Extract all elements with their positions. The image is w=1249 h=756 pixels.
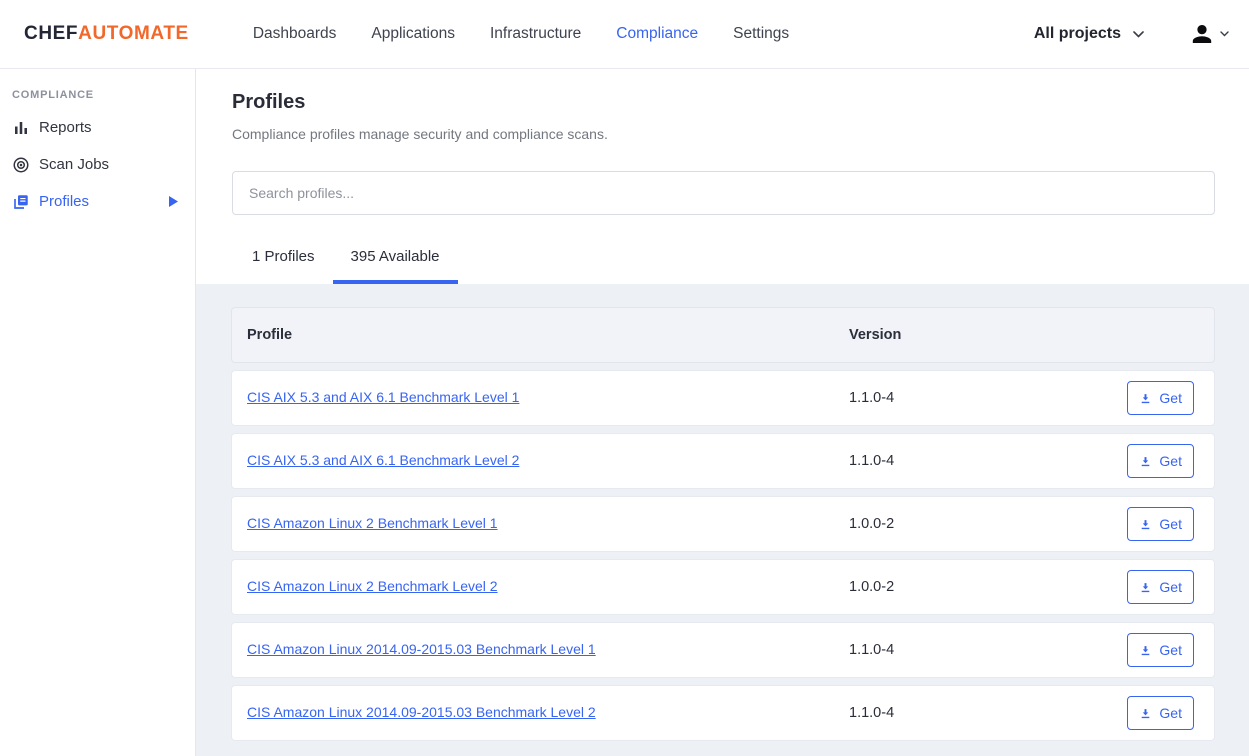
nav-applications[interactable]: Applications <box>371 25 455 43</box>
profile-version: 1.1.0-4 <box>849 642 1127 658</box>
download-icon <box>1139 392 1152 405</box>
download-icon <box>1139 581 1152 594</box>
chevron-down-icon <box>1220 31 1229 37</box>
search-input[interactable] <box>232 171 1215 215</box>
main-content: Profiles Compliance profiles manage secu… <box>196 69 1249 756</box>
get-profile-button[interactable]: Get <box>1127 570 1194 604</box>
profile-link[interactable]: CIS Amazon Linux 2014.09-2015.03 Benchma… <box>247 704 596 720</box>
user-avatar-icon <box>1190 22 1214 46</box>
sidebar-item-label: Reports <box>39 119 92 136</box>
sidebar-section-label: COMPLIANCE <box>0 89 195 101</box>
download-icon <box>1139 518 1152 531</box>
sidebar-item-reports[interactable]: Reports <box>0 109 195 146</box>
tab-label: 395 Available <box>351 248 440 265</box>
table-row: CIS AIX 5.3 and AIX 6.1 Benchmark Level … <box>231 433 1215 489</box>
table-header-row: Profile Version <box>231 307 1215 363</box>
download-icon <box>1139 707 1152 720</box>
get-profile-button[interactable]: Get <box>1127 507 1194 541</box>
profile-link[interactable]: CIS AIX 5.3 and AIX 6.1 Benchmark Level … <box>247 389 519 405</box>
profiles-table-area: Profile Version CIS AIX 5.3 and AIX 6.1 … <box>196 284 1249 756</box>
profile-version: 1.1.0-4 <box>849 453 1127 469</box>
nav-right-controls: All projects <box>1034 22 1229 46</box>
nav-compliance[interactable]: Compliance <box>616 25 698 43</box>
chef-automate-logo: CHEFAUTOMATE <box>24 23 189 45</box>
table-row: CIS AIX 5.3 and AIX 6.1 Benchmark Level … <box>231 370 1215 426</box>
get-button-label: Get <box>1159 516 1182 532</box>
nav-settings[interactable]: Settings <box>733 25 789 43</box>
get-button-label: Get <box>1159 390 1182 406</box>
nav-dashboards[interactable]: Dashboards <box>253 25 337 43</box>
projects-filter-dropdown[interactable]: All projects <box>1034 25 1144 43</box>
get-profile-button[interactable]: Get <box>1127 444 1194 478</box>
get-profile-button[interactable]: Get <box>1127 696 1194 730</box>
documents-icon <box>12 193 30 211</box>
radar-icon <box>12 156 30 174</box>
get-profile-button[interactable]: Get <box>1127 633 1194 667</box>
bar-chart-icon <box>12 119 30 137</box>
table-row: CIS Amazon Linux 2014.09-2015.03 Benchma… <box>231 685 1215 741</box>
sidebar-item-label: Scan Jobs <box>39 156 109 173</box>
tab-my-profiles[interactable]: 1 Profiles <box>234 232 333 284</box>
profile-version: 1.0.0-2 <box>849 579 1127 595</box>
get-button-label: Get <box>1159 705 1182 721</box>
nav-infrastructure[interactable]: Infrastructure <box>490 25 581 43</box>
sidebar-item-profiles[interactable]: Profiles <box>0 183 195 220</box>
chevron-down-icon <box>1133 31 1144 38</box>
column-header-profile: Profile <box>247 327 849 343</box>
column-header-version: Version <box>849 327 1194 343</box>
sidebar-item-label: Profiles <box>39 193 89 210</box>
user-menu[interactable] <box>1190 22 1229 46</box>
top-navigation: CHEFAUTOMATE Dashboards Applications Inf… <box>0 0 1249 69</box>
get-profile-button[interactable]: Get <box>1127 381 1194 415</box>
logo-automate-text: AUTOMATE <box>78 23 189 45</box>
table-row: CIS Amazon Linux 2 Benchmark Level 1 1.0… <box>231 496 1215 552</box>
profile-link[interactable]: CIS Amazon Linux 2 Benchmark Level 1 <box>247 515 498 531</box>
table-row: CIS Amazon Linux 2014.09-2015.03 Benchma… <box>231 622 1215 678</box>
get-button-label: Get <box>1159 453 1182 469</box>
profile-version: 1.0.0-2 <box>849 516 1127 532</box>
download-icon <box>1139 644 1152 657</box>
page-header: Profiles Compliance profiles manage secu… <box>196 69 1249 284</box>
page-title: Profiles <box>232 91 1215 114</box>
table-row: CIS Amazon Linux 2 Benchmark Level 2 1.0… <box>231 559 1215 615</box>
sidebar-item-scan-jobs[interactable]: Scan Jobs <box>0 146 195 183</box>
tab-available-profiles[interactable]: 395 Available <box>333 232 458 284</box>
logo-chef-text: CHEF <box>24 23 78 45</box>
download-icon <box>1139 455 1152 468</box>
profiles-tabs: 1 Profiles 395 Available <box>232 232 1215 284</box>
triangle-right-icon <box>169 196 178 207</box>
get-button-label: Get <box>1159 642 1182 658</box>
profile-version: 1.1.0-4 <box>849 390 1127 406</box>
compliance-sidebar: COMPLIANCE Reports Scan Jobs Profiles <box>0 69 196 756</box>
profile-version: 1.1.0-4 <box>849 705 1127 721</box>
tab-label: 1 Profiles <box>252 248 315 265</box>
profile-link[interactable]: CIS Amazon Linux 2 Benchmark Level 2 <box>247 578 498 594</box>
get-button-label: Get <box>1159 579 1182 595</box>
primary-nav: Dashboards Applications Infrastructure C… <box>253 25 789 43</box>
profile-link[interactable]: CIS Amazon Linux 2014.09-2015.03 Benchma… <box>247 641 596 657</box>
profile-link[interactable]: CIS AIX 5.3 and AIX 6.1 Benchmark Level … <box>247 452 519 468</box>
page-subtitle: Compliance profiles manage security and … <box>232 126 1215 142</box>
projects-filter-label: All projects <box>1034 25 1121 43</box>
